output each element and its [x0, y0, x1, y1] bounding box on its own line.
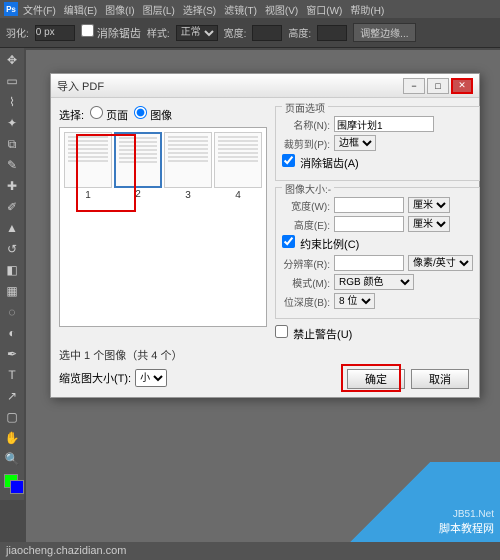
dialog-title: 导入 PDF [57, 78, 401, 94]
heal-tool-icon[interactable]: ✚ [2, 176, 22, 196]
wand-tool-icon[interactable]: ✦ [2, 113, 22, 133]
h-label: 高度(E): [282, 217, 330, 232]
feather-label: 羽化: [6, 25, 29, 40]
hand-tool-icon[interactable]: ✋ [2, 428, 22, 448]
antialias-checkbox[interactable]: 消除锯齿(A) [282, 154, 359, 171]
menu-file[interactable]: 文件(F) [20, 2, 59, 17]
gradient-tool-icon[interactable]: ▦ [2, 281, 22, 301]
close-icon[interactable]: ✕ [451, 78, 473, 94]
radio-page[interactable]: 页面 [90, 106, 128, 123]
ps-logo: Ps [4, 2, 18, 16]
constrain-checkbox[interactable]: 约束比例(C) [282, 235, 359, 252]
menubar: Ps 文件(F) 编辑(E) 图像(I) 图层(L) 选择(S) 滤镜(T) 视… [0, 0, 500, 18]
menu-window[interactable]: 窗口(W) [303, 2, 345, 17]
thumb-1[interactable]: 1 [64, 132, 112, 188]
marquee-tool-icon[interactable]: ▭ [2, 71, 22, 91]
crop-tool-icon[interactable]: ⧉ [2, 134, 22, 154]
pen-tool-icon[interactable]: ✒ [2, 344, 22, 364]
style-label: 样式: [147, 25, 170, 40]
refine-edge-button[interactable]: 调整边缘... [353, 23, 415, 42]
shape-tool-icon[interactable]: ▢ [2, 407, 22, 427]
mode-label: 模式(M): [282, 275, 330, 290]
thumb-3[interactable]: 3 [164, 132, 212, 188]
height-input[interactable] [317, 25, 347, 41]
w-label: 宽度(W): [282, 198, 330, 213]
dodge-tool-icon[interactable]: ◐ [2, 323, 22, 343]
background-swatch[interactable] [10, 480, 24, 494]
mode-select[interactable]: RGB 颜色 [334, 274, 414, 290]
history-brush-icon[interactable]: ↺ [2, 239, 22, 259]
toolbox: ✥ ▭ ⌇ ✦ ⧉ ✎ ✚ ✐ ▲ ↺ ◧ ▦ ◌ ◐ ✒ T ↗ ▢ ✋ 🔍 [0, 48, 24, 500]
move-tool-icon[interactable]: ✥ [2, 50, 22, 70]
minimize-icon[interactable]: − [403, 78, 425, 94]
depth-select[interactable]: 8 位 [334, 293, 375, 309]
eyedropper-tool-icon[interactable]: ✎ [2, 155, 22, 175]
menu-layer[interactable]: 图层(L) [140, 2, 178, 17]
res-unit[interactable]: 像素/英寸 [408, 255, 473, 271]
thumb-4[interactable]: 4 [214, 132, 262, 188]
h-unit[interactable]: 厘米 [408, 216, 450, 232]
ok-button[interactable]: 确定 [347, 369, 405, 389]
antialias-check[interactable]: 消除锯齿 [81, 24, 141, 41]
crop-label: 裁剪到(P): [282, 136, 330, 151]
feather-input[interactable] [35, 25, 75, 41]
res-input[interactable] [334, 255, 404, 271]
depth-label: 位深度(B): [282, 294, 330, 309]
maximize-icon[interactable]: □ [427, 78, 449, 94]
menu-view[interactable]: 视图(V) [262, 2, 301, 17]
width-input[interactable] [252, 25, 282, 41]
path-tool-icon[interactable]: ↗ [2, 386, 22, 406]
import-pdf-dialog: 导入 PDF − □ ✕ 选择: 页面 图像 1 2 3 4 选中 1 个图像（… [50, 73, 480, 398]
width-label: 宽度: [224, 25, 247, 40]
stamp-tool-icon[interactable]: ▲ [2, 218, 22, 238]
h-input[interactable] [334, 216, 404, 232]
w-input[interactable] [334, 197, 404, 213]
res-label: 分辨率(R): [282, 256, 330, 271]
thumbnail-area: 1 2 3 4 [59, 127, 267, 327]
statusbar: jiaocheng.chazidian.com [0, 542, 500, 560]
image-size-group: 图像大小:- 宽度(W):厘米 高度(E):厘米 约束比例(C) 分辨率(R):… [275, 187, 480, 319]
cancel-button[interactable]: 取消 [411, 369, 469, 389]
select-label: 选择: [59, 107, 84, 123]
menu-help[interactable]: 帮助(H) [347, 2, 387, 17]
eraser-tool-icon[interactable]: ◧ [2, 260, 22, 280]
brush-tool-icon[interactable]: ✐ [2, 197, 22, 217]
name-input[interactable] [334, 116, 434, 132]
dialog-titlebar[interactable]: 导入 PDF − □ ✕ [51, 74, 479, 98]
options-bar: 羽化: 消除锯齿 样式: 正常 宽度: 高度: 调整边缘... [0, 18, 500, 48]
menu-image[interactable]: 图像(I) [102, 2, 137, 17]
zoom-tool-icon[interactable]: 🔍 [2, 449, 22, 469]
thumbsize-label: 缩览图大小(T): [59, 370, 131, 386]
watermark: JB51.Net 脚本教程网 [330, 462, 500, 542]
suppress-warn-checkbox[interactable]: 禁止警告(U) [275, 325, 352, 342]
name-label: 名称(N): [282, 117, 330, 132]
page-options-group: 页面选项 名称(N): 裁剪到(P):边框 消除锯齿(A) [275, 106, 480, 181]
style-select[interactable]: 正常 [176, 25, 218, 41]
crop-select[interactable]: 边框 [334, 135, 376, 151]
menu-filter[interactable]: 滤镜(T) [221, 2, 260, 17]
thumbsize-select[interactable]: 小 [135, 369, 167, 387]
selection-status: 选中 1 个图像（共 4 个） [59, 347, 267, 363]
type-tool-icon[interactable]: T [2, 365, 22, 385]
height-label: 高度: [288, 25, 311, 40]
lasso-tool-icon[interactable]: ⌇ [2, 92, 22, 112]
w-unit[interactable]: 厘米 [408, 197, 450, 213]
menu-select[interactable]: 选择(S) [180, 2, 219, 17]
blur-tool-icon[interactable]: ◌ [2, 302, 22, 322]
menu-edit[interactable]: 编辑(E) [61, 2, 100, 17]
thumb-2[interactable]: 2 [114, 132, 162, 188]
color-swatches[interactable] [2, 474, 22, 498]
radio-image[interactable]: 图像 [134, 106, 172, 123]
